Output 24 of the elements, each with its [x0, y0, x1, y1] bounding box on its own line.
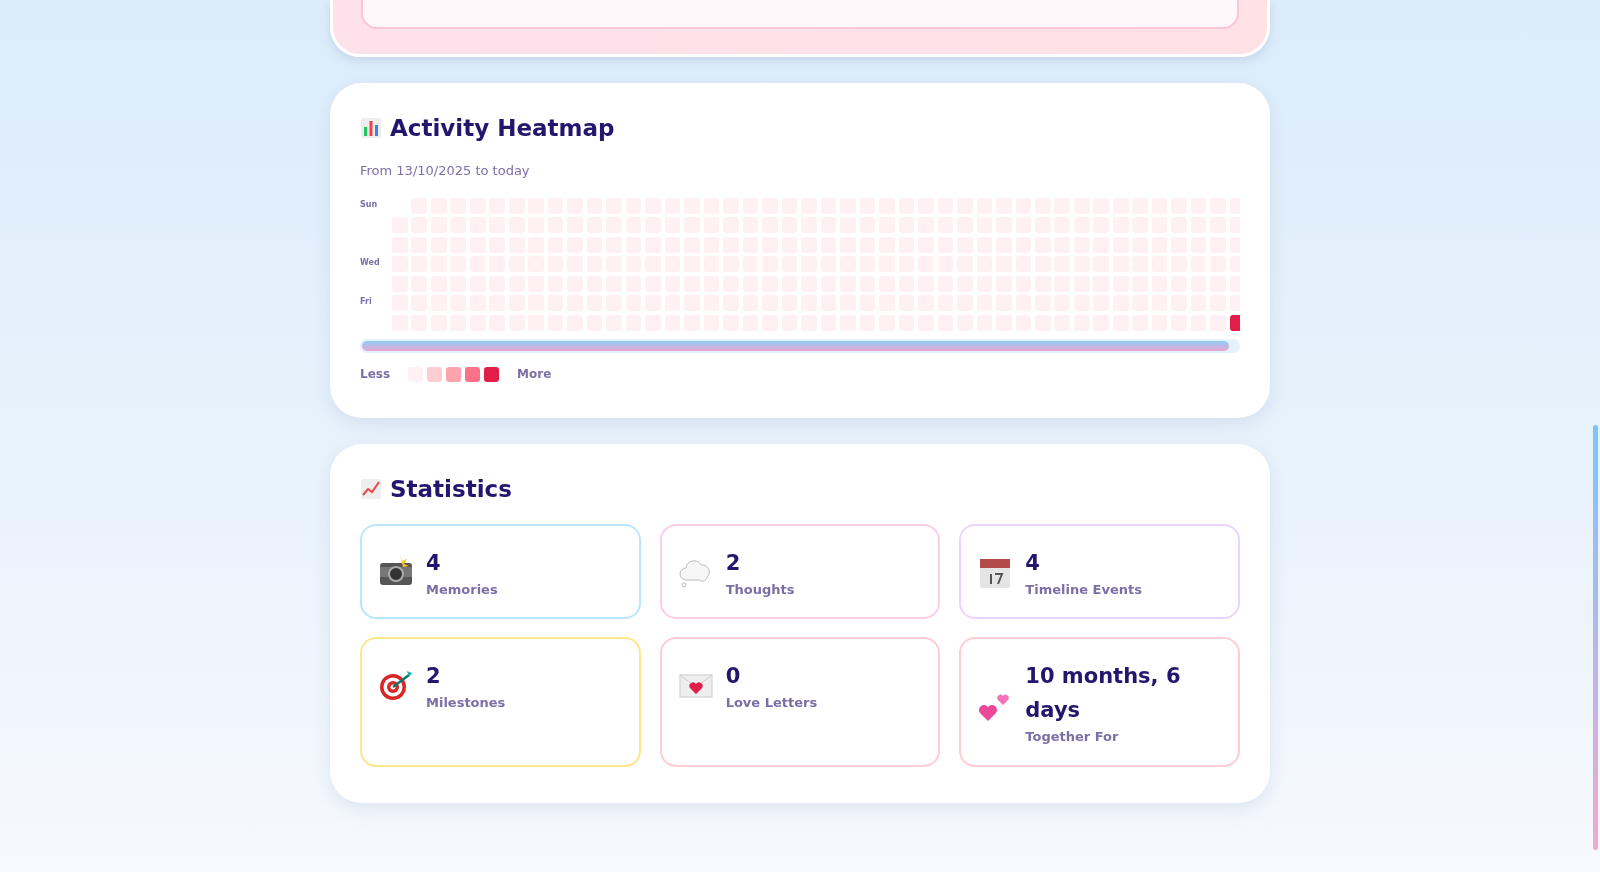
- stat-value: 0: [725, 662, 742, 690]
- day-label: Wed: [360, 257, 381, 270]
- section-title: Statistics: [390, 475, 512, 502]
- stat-label: Milestones: [426, 694, 506, 710]
- stat-label: Memories: [426, 581, 498, 597]
- section-title: Activity Heatmap: [390, 115, 615, 141]
- vertical-scrollbar[interactable]: [1593, 425, 1598, 850]
- bar-chart-icon: [360, 117, 382, 139]
- stat-label: Timeline Events: [1025, 581, 1142, 597]
- legend-label: More: [517, 367, 552, 381]
- stat-value: 2: [426, 662, 442, 690]
- stat-value: 4: [426, 549, 442, 577]
- day-label: Sun: [360, 199, 379, 211]
- legend-label: Less: [360, 367, 391, 381]
- date-range-text: From 13/10/2025 to today: [360, 163, 531, 178]
- stat-label: Together For: [1025, 729, 1120, 744]
- stat-label: Love Letters: [725, 694, 818, 710]
- day-label: Fri: [360, 296, 373, 309]
- stat-value: 4: [1025, 549, 1041, 577]
- horizontal-scrollbar[interactable]: [360, 338, 1240, 353]
- stat-value: 10 months, 6 days: [1025, 663, 1182, 724]
- stat-value: 2: [725, 549, 742, 577]
- line-chart-icon: [360, 477, 382, 500]
- stat-label: Thoughts: [725, 581, 795, 597]
